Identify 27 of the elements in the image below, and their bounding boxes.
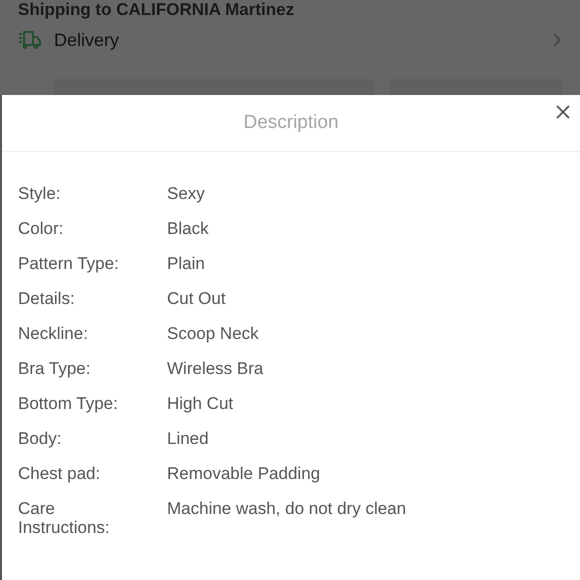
attribute-value: Sexy [167, 184, 205, 203]
attribute-value: Black [167, 219, 209, 238]
shipping-heading: Shipping to CALIFORNIA Martinez [18, 1, 296, 19]
attribute-value: Scoop Neck [167, 324, 259, 343]
attribute-label: Details: [18, 289, 76, 308]
attribute-label: Pattern Type: [18, 254, 120, 273]
attribute-label: Chest pad: [18, 464, 102, 483]
truck-icon [18, 30, 42, 50]
attribute-label: Bra Type: [18, 359, 92, 378]
attribute-label: Neckline: [18, 324, 89, 343]
attribute-value: Plain [167, 254, 205, 273]
delivery-label: Delivery [54, 28, 120, 52]
attribute-label: Color: [18, 219, 64, 238]
sheet-title: Description [243, 110, 339, 135]
delivery-row[interactable]: Delivery [18, 21, 562, 59]
attribute-value: Cut Out [167, 289, 226, 308]
attribute-value: Removable Padding [167, 464, 320, 483]
attribute-value: Lined [167, 429, 209, 448]
close-icon[interactable] [556, 105, 570, 119]
attribute-value: Machine wash, do not dry clean [167, 499, 406, 520]
attribute-value: Wireless Bra [167, 359, 264, 378]
chevron-right-icon [552, 32, 562, 48]
attribute-label: Care Instructions: [18, 499, 111, 537]
attribute-label: Bottom Type: [18, 394, 119, 413]
attribute-value: High Cut [167, 394, 234, 413]
attribute-label: Style: [18, 184, 62, 203]
attribute-label: Body: [18, 429, 62, 448]
